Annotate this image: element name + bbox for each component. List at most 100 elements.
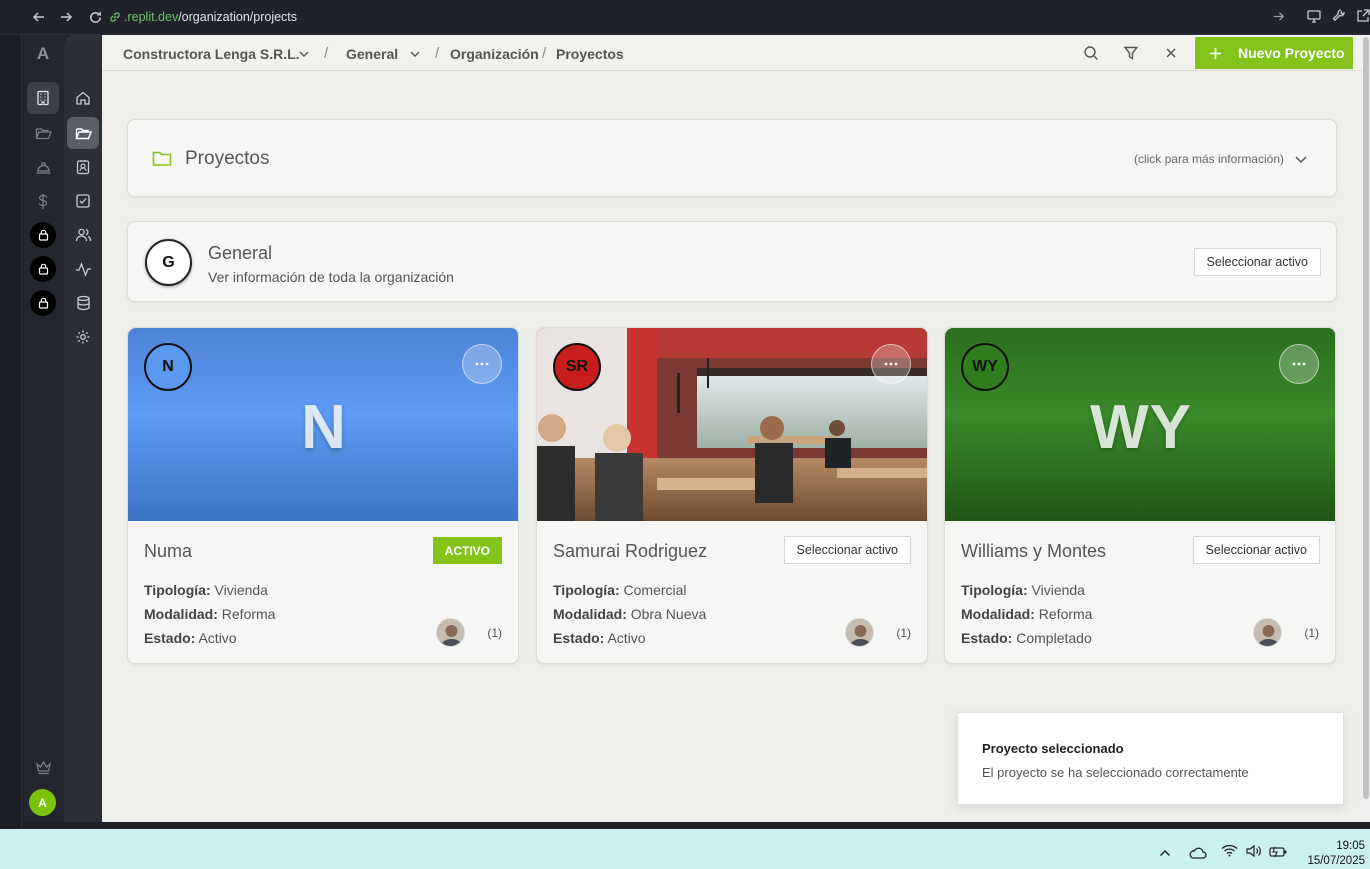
project-avatar: SR xyxy=(553,343,601,391)
os-taskbar: 19:05 15/07/2025 xyxy=(0,829,1370,869)
more-options-icon[interactable] xyxy=(462,344,502,384)
chevron-down-icon[interactable] xyxy=(409,47,421,65)
select-active-button[interactable]: Seleccionar activo xyxy=(1193,248,1321,276)
project-card[interactable]: WY WY Williams y Montes Seleccionar acti… xyxy=(944,327,1336,664)
filter-icon[interactable] xyxy=(1122,44,1140,62)
member-avatar[interactable] xyxy=(845,618,874,647)
projects-info-card[interactable]: Proyectos (click para más información) xyxy=(127,119,1337,197)
project-modalidad: Modalidad: Reforma xyxy=(961,606,1093,622)
project-card[interactable]: SR Samurai Rodriguez Seleccionar activo … xyxy=(536,327,928,664)
breadcrumb: Constructora Lenga S.R.L. / General / Or… xyxy=(102,35,1362,71)
scrollbar-thumb[interactable] xyxy=(1363,37,1369,799)
toast-title: Proyecto seleccionado xyxy=(982,741,1124,756)
new-project-button[interactable]: Nuevo Proyecto xyxy=(1195,37,1353,69)
breadcrumb-separator: / xyxy=(324,45,329,62)
chevron-up-icon[interactable] xyxy=(1159,845,1171,863)
project-modalidad: Modalidad: Reforma xyxy=(144,606,276,622)
general-card: G General Ver información de toda la org… xyxy=(127,221,1337,302)
info-hint: (click para más información) xyxy=(1133,152,1284,166)
breadcrumb-page: Proyectos xyxy=(556,46,624,62)
project-card[interactable]: N N Numa ACTIVO Tipología: Vivienda Moda… xyxy=(127,327,519,664)
crown-icon[interactable] xyxy=(27,751,59,783)
workspace-rail: A A xyxy=(22,35,64,822)
breadcrumb-project[interactable]: General xyxy=(346,46,398,62)
wifi-icon[interactable] xyxy=(1221,844,1238,862)
clock-time: 19:05 xyxy=(1336,840,1365,852)
plus-icon xyxy=(1210,47,1221,59)
system-clock[interactable]: 19:05 15/07/2025 xyxy=(1307,839,1365,869)
project-estado: Estado: Activo xyxy=(144,630,237,646)
volume-icon[interactable] xyxy=(1245,844,1263,863)
main-content: Constructora Lenga S.R.L. / General / Or… xyxy=(102,35,1362,822)
building-icon[interactable] xyxy=(27,82,59,114)
breadcrumb-section[interactable]: Organización xyxy=(450,46,539,62)
wrench-icon[interactable] xyxy=(1331,8,1347,29)
settings-icon[interactable] xyxy=(67,321,99,353)
member-avatar[interactable] xyxy=(436,618,465,647)
activity-icon[interactable] xyxy=(67,253,99,285)
chevron-down-icon[interactable] xyxy=(1294,152,1308,170)
clock-date: 15/07/2025 xyxy=(1307,855,1365,867)
project-estado: Estado: Completado xyxy=(961,630,1092,646)
battery-icon[interactable] xyxy=(1269,845,1288,863)
reload-icon[interactable] xyxy=(86,8,104,26)
user-avatar[interactable]: A xyxy=(29,789,56,816)
checkbox-icon[interactable] xyxy=(67,185,99,217)
lock-icon[interactable] xyxy=(30,290,56,316)
folder-open-icon[interactable] xyxy=(67,117,99,149)
close-icon[interactable] xyxy=(1162,44,1180,62)
users-icon[interactable] xyxy=(67,219,99,251)
link-icon xyxy=(110,12,120,22)
project-modalidad: Modalidad: Obra Nueva xyxy=(553,606,707,622)
member-avatar[interactable] xyxy=(1253,618,1282,647)
breadcrumb-separator: / xyxy=(435,45,440,62)
back-icon[interactable] xyxy=(30,8,48,26)
folder-icon xyxy=(152,150,172,172)
section-sidebar xyxy=(64,35,102,822)
toast-message: El proyecto se ha seleccionado correctam… xyxy=(982,765,1249,780)
scrollbar[interactable] xyxy=(1362,35,1370,822)
member-count: (1) xyxy=(896,626,911,640)
toast-notification[interactable]: Proyecto seleccionado El proyecto se ha … xyxy=(957,712,1344,805)
select-active-button[interactable]: Seleccionar activo xyxy=(1192,536,1320,564)
chevron-down-icon[interactable] xyxy=(298,47,310,65)
general-avatar: G xyxy=(145,239,192,286)
app-logo[interactable]: A xyxy=(22,44,64,64)
home-icon[interactable] xyxy=(67,82,99,114)
dollar-icon[interactable] xyxy=(27,185,59,217)
lock-icon[interactable] xyxy=(30,256,56,282)
monitor-icon[interactable] xyxy=(1306,8,1322,29)
helmet-icon[interactable] xyxy=(27,151,59,183)
url-host: .replit.dev xyxy=(124,10,179,24)
breadcrumb-separator: / xyxy=(542,45,547,62)
cover-initials: N xyxy=(301,393,347,462)
external-link-icon[interactable] xyxy=(1356,8,1370,29)
breadcrumb-company[interactable]: Constructora Lenga S.R.L. xyxy=(123,46,300,62)
lock-icon[interactable] xyxy=(30,222,56,248)
url-path: /organization/projects xyxy=(178,10,298,24)
more-options-icon[interactable] xyxy=(1279,344,1319,384)
more-options-icon[interactable] xyxy=(871,344,911,384)
project-tipologia: Tipología: Vivienda xyxy=(144,582,268,598)
forward-icon[interactable] xyxy=(57,8,75,26)
go-icon[interactable] xyxy=(1272,10,1285,28)
address-bar[interactable]: .replit.dev/organization/projects xyxy=(108,6,1295,28)
project-avatar: WY xyxy=(961,343,1009,391)
folder-open-icon[interactable] xyxy=(27,117,59,149)
project-estado: Estado: Activo xyxy=(553,630,646,646)
member-count: (1) xyxy=(1304,626,1319,640)
cloud-icon[interactable] xyxy=(1188,846,1207,864)
general-title: General xyxy=(208,243,273,263)
search-icon[interactable] xyxy=(1082,44,1100,62)
contact-card-icon[interactable] xyxy=(67,151,99,183)
project-name: Samurai Rodriguez xyxy=(553,541,708,561)
database-icon[interactable] xyxy=(67,287,99,319)
select-active-button[interactable]: Seleccionar activo xyxy=(783,536,911,564)
projects-title: Proyectos xyxy=(185,148,270,169)
outer-panel-strip xyxy=(0,35,22,830)
new-project-label: Nuevo Proyecto xyxy=(1238,45,1345,61)
browser-toolbar: .replit.dev/organization/projects xyxy=(0,0,1370,35)
project-avatar: N xyxy=(144,343,192,391)
project-tipologia: Tipología: Vivienda xyxy=(961,582,1085,598)
project-tipologia: Tipología: Comercial xyxy=(553,582,687,598)
